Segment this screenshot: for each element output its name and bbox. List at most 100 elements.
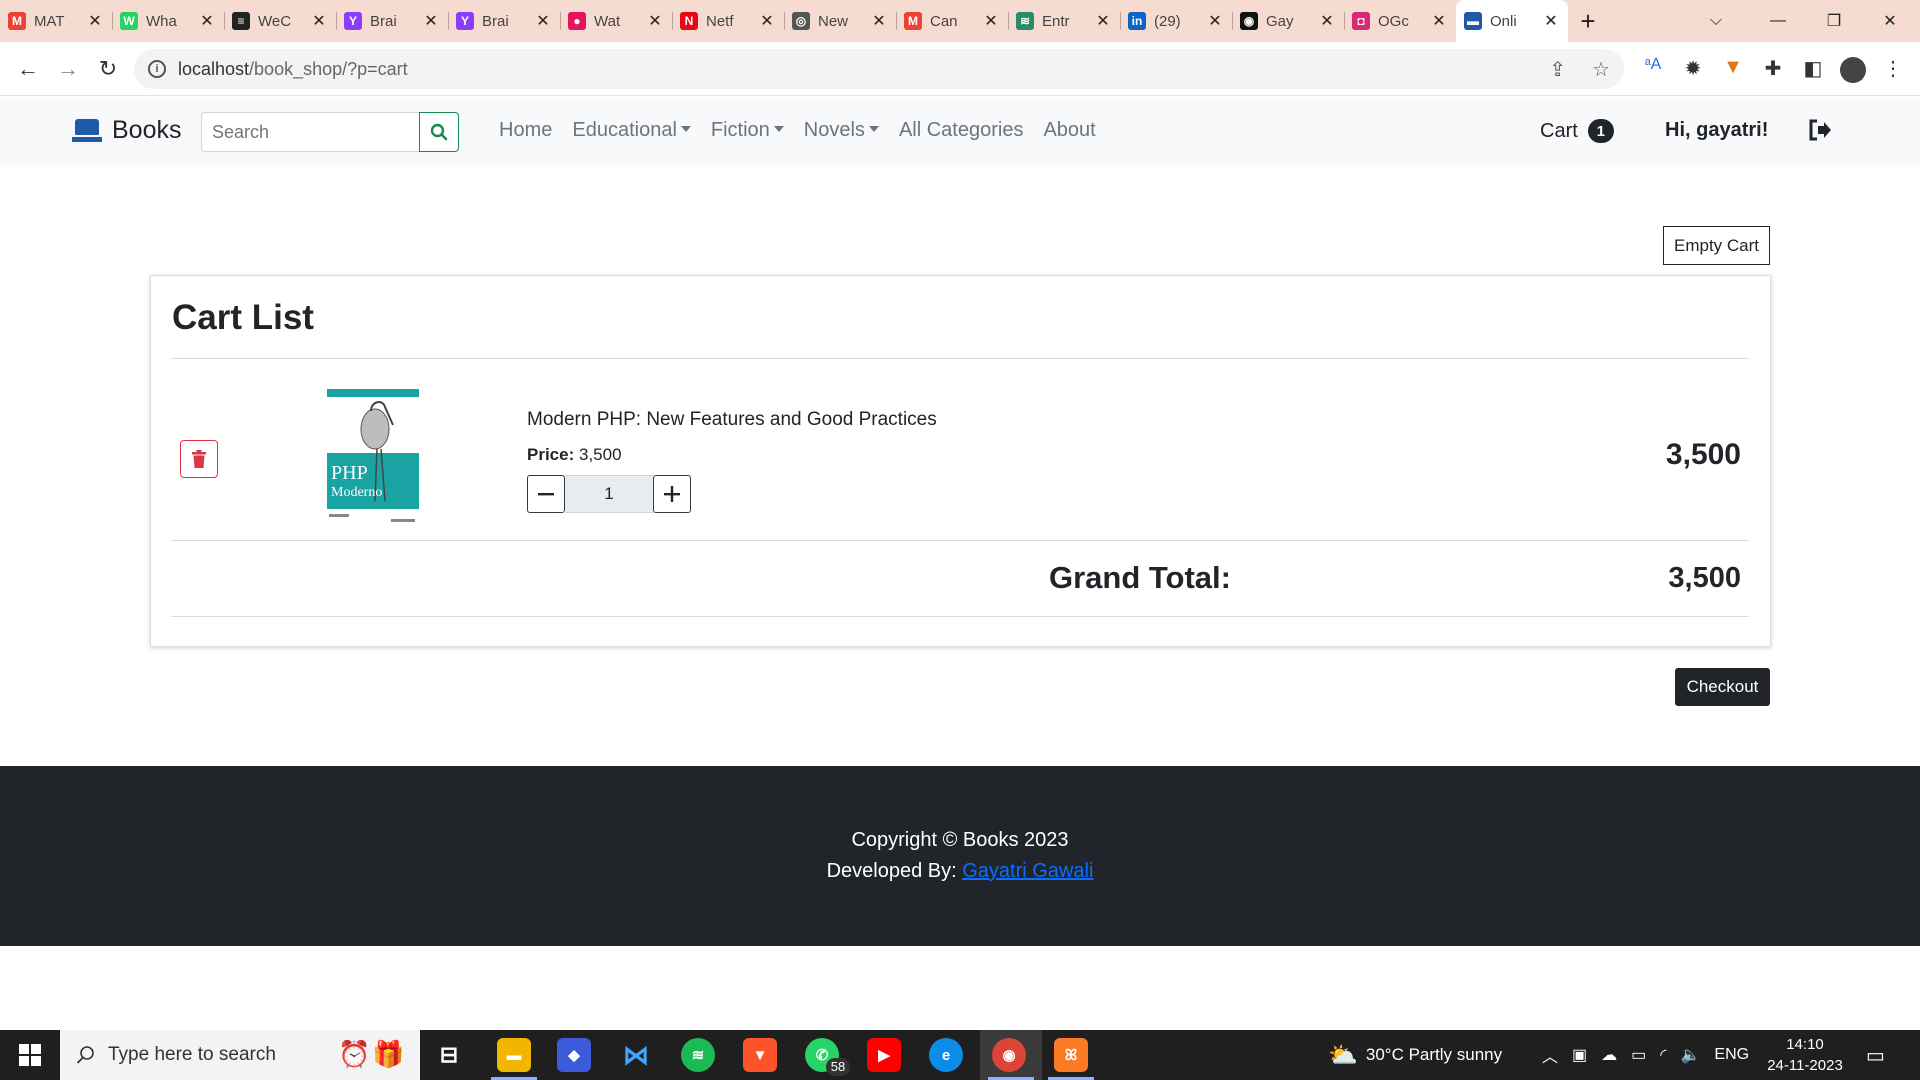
close-tab-icon[interactable]: ✕	[1542, 11, 1560, 31]
url-field[interactable]: i localhost/book_shop/?p=cart ⇪ ☆	[134, 49, 1624, 89]
new-tab-icon[interactable]: +	[1568, 6, 1608, 37]
browser-tab[interactable]: Y Brai ✕	[336, 0, 448, 42]
increase-quantity-button[interactable]	[653, 475, 691, 513]
browser-tab[interactable]: ◘ OGc ✕	[1344, 0, 1456, 42]
minimize-icon[interactable]: —	[1750, 0, 1806, 42]
nav-novels-dropdown[interactable]: Novels	[804, 119, 879, 142]
nav-fiction-label: Fiction	[710, 119, 770, 141]
file-explorer-icon[interactable]: ▬	[497, 1038, 531, 1072]
cart-count-badge: 1	[1587, 119, 1614, 143]
empty-cart-button[interactable]: Empty Cart	[1663, 226, 1770, 265]
close-tab-icon[interactable]: ✕	[198, 11, 216, 31]
notifications-icon[interactable]: ▭	[1866, 1030, 1885, 1080]
forward-icon[interactable]: →	[48, 56, 88, 82]
xampp-icon[interactable]: ꕤ	[1054, 1038, 1088, 1072]
back-icon[interactable]: ←	[8, 56, 48, 82]
quantity-value[interactable]: 1	[565, 475, 653, 513]
chrome-menu-icon[interactable]: ⋮	[1880, 56, 1906, 81]
close-tab-icon[interactable]: ✕	[982, 11, 1000, 31]
close-tab-icon[interactable]: ✕	[534, 11, 552, 31]
close-tab-icon[interactable]: ✕	[1094, 11, 1112, 31]
cart-link[interactable]: Cart 1	[1540, 119, 1614, 143]
browser-tab[interactable]: ≡ WeC ✕	[224, 0, 336, 42]
bookmark-star-icon[interactable]: ☆	[1592, 57, 1610, 82]
checkout-button[interactable]: Checkout	[1675, 668, 1770, 706]
chrome-taskbar-icon[interactable]: ◉	[992, 1038, 1026, 1072]
close-tab-icon[interactable]: ✕	[870, 11, 888, 31]
logout-button[interactable]	[1808, 117, 1832, 143]
quantity-stepper: 1	[527, 475, 691, 513]
search-icon	[430, 123, 448, 141]
browser-tab[interactable]: ▬ Onli ✕	[1456, 0, 1568, 42]
plus-icon	[664, 486, 680, 502]
close-tab-icon[interactable]: ✕	[422, 11, 440, 31]
restore-icon[interactable]: ❐	[1806, 0, 1862, 42]
wifi-icon[interactable]: ◜	[1660, 1045, 1666, 1065]
taskbar-clock[interactable]: 14:10 24-11-2023	[1755, 1034, 1855, 1076]
share-icon[interactable]: ⇪	[1549, 57, 1566, 82]
cart-item-title[interactable]: Modern PHP: New Features and Good Practi…	[527, 409, 937, 431]
nav-fiction-dropdown[interactable]: Fiction	[711, 119, 784, 142]
brave-icon[interactable]: ▼	[743, 1038, 777, 1072]
browser-tab[interactable]: ◎ New ✕	[784, 0, 896, 42]
spotify-icon[interactable]: ≋	[681, 1038, 715, 1072]
site-info-icon[interactable]: i	[148, 60, 166, 78]
browser-tab[interactable]: ● Wat ✕	[560, 0, 672, 42]
edge-icon[interactable]: e	[929, 1038, 963, 1072]
close-tab-icon[interactable]: ✕	[758, 11, 776, 31]
browser-tab[interactable]: M MAT ✕	[0, 0, 112, 42]
show-hidden-icons-icon[interactable]: ︿	[1542, 1043, 1558, 1067]
taskbar-search-input[interactable]: Type here to search ⏰ 🎁	[60, 1030, 420, 1080]
close-window-icon[interactable]: ✕	[1862, 0, 1918, 42]
extensions-puzzle-icon[interactable]: ✚	[1760, 56, 1786, 81]
profile-avatar[interactable]	[1840, 57, 1866, 83]
netflix-icon: N	[680, 12, 698, 30]
task-view-icon[interactable]: ⊟	[432, 1038, 466, 1072]
svg-text:PHP: PHP	[331, 462, 368, 484]
browser-tab[interactable]: in (29) ✕	[1120, 0, 1232, 42]
decrease-quantity-button[interactable]	[527, 475, 565, 513]
side-panel-icon[interactable]: ◧	[1800, 56, 1826, 81]
brand-link[interactable]: Books	[72, 115, 181, 145]
divider	[171, 616, 1749, 617]
volume-icon[interactable]: 🔈	[1680, 1045, 1700, 1065]
weather-widget[interactable]: ⛅ 30°C Partly sunny	[1328, 1030, 1502, 1080]
vscode-icon[interactable]: ⋈	[619, 1038, 653, 1072]
tab-search-icon[interactable]: ⌵	[1688, 0, 1744, 42]
browser-tab[interactable]: W Wha ✕	[112, 0, 224, 42]
meet-now-icon[interactable]: ▣	[1572, 1045, 1587, 1065]
metamask-icon[interactable]: ▼	[1720, 56, 1746, 79]
nav-educational-dropdown[interactable]: Educational	[572, 119, 691, 142]
browser-tab[interactable]: N Netf ✕	[672, 0, 784, 42]
close-tab-icon[interactable]: ✕	[1430, 11, 1448, 31]
bug-extension-icon[interactable]: ✹	[1680, 56, 1706, 81]
user-greeting[interactable]: Hi, gayatri!	[1665, 119, 1768, 142]
remove-item-button[interactable]	[180, 440, 218, 478]
nav-home[interactable]: Home	[499, 119, 552, 142]
close-tab-icon[interactable]: ✕	[1318, 11, 1336, 31]
windows-start-icon[interactable]	[0, 1030, 60, 1080]
close-tab-icon[interactable]: ✕	[1206, 11, 1224, 31]
search-button[interactable]	[419, 112, 459, 152]
search-input[interactable]	[201, 112, 419, 152]
browser-tab[interactable]: M Can ✕	[896, 0, 1008, 42]
translate-icon[interactable]: ᵃA	[1640, 56, 1666, 74]
youtube-icon[interactable]: ▶	[867, 1038, 901, 1072]
battery-icon[interactable]: ▭	[1631, 1045, 1646, 1065]
taskbar-search-placeholder: Type here to search	[108, 1044, 276, 1065]
close-tab-icon[interactable]: ✕	[646, 11, 664, 31]
close-tab-icon[interactable]: ✕	[310, 11, 328, 31]
close-tab-icon[interactable]: ✕	[86, 11, 104, 31]
reload-icon[interactable]: ↻	[88, 56, 128, 82]
browser-tab[interactable]: ≋ Entr ✕	[1008, 0, 1120, 42]
nav-about[interactable]: About	[1043, 119, 1095, 142]
onedrive-icon[interactable]: ☁	[1601, 1045, 1617, 1065]
cart-label: Cart	[1540, 119, 1578, 142]
bing-chat-icon[interactable]: ◆	[557, 1038, 591, 1072]
tab-title: Entr	[1042, 12, 1070, 30]
browser-tab[interactable]: ◉ Gay ✕	[1232, 0, 1344, 42]
nav-all-categories[interactable]: All Categories	[899, 119, 1024, 142]
developer-link[interactable]: Gayatri Gawali	[962, 860, 1093, 882]
browser-tab[interactable]: Y Brai ✕	[448, 0, 560, 42]
input-language[interactable]: ENG	[1714, 1046, 1749, 1064]
